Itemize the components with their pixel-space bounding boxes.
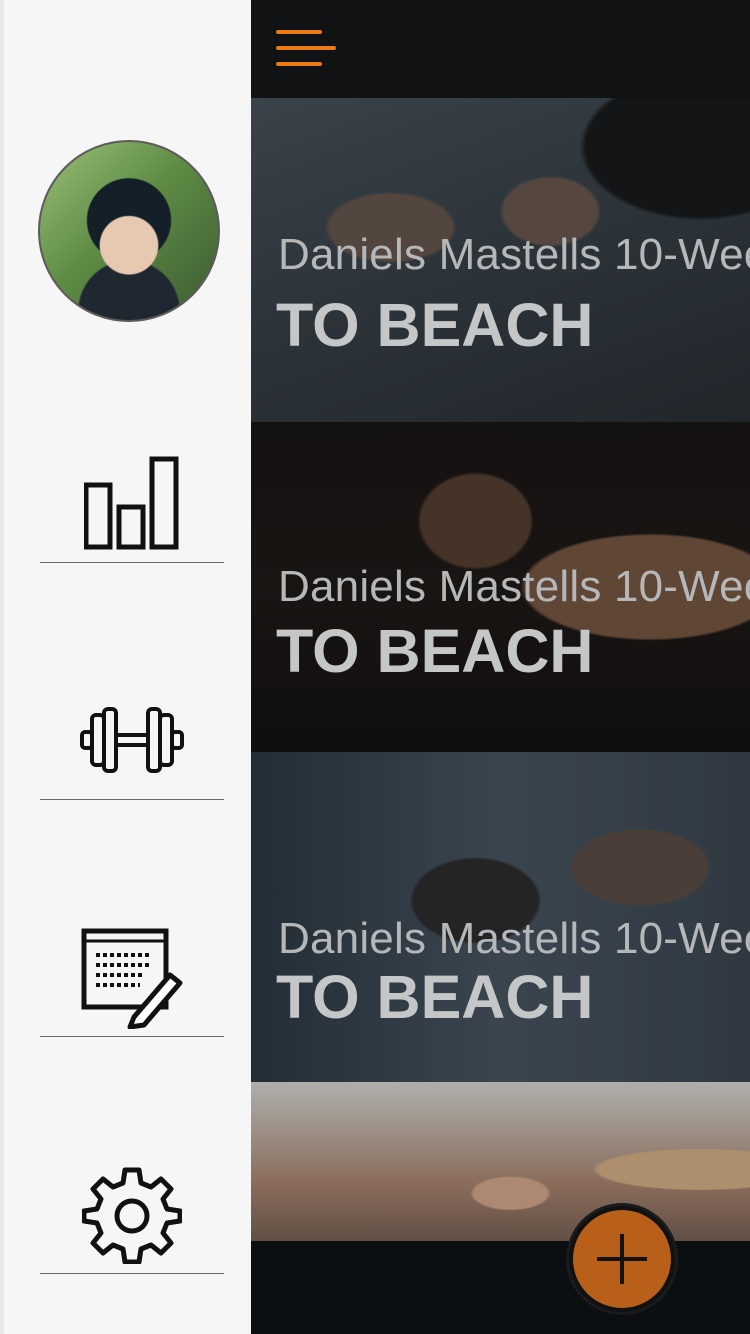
card-subtitle: Daniels Mastells 10-Week xyxy=(278,562,750,611)
program-card[interactable]: Daniels Mastells 10-Week TO BEACH xyxy=(251,422,750,754)
hamburger-menu-icon[interactable] xyxy=(276,30,336,70)
plus-icon xyxy=(573,1210,671,1308)
card-subtitle: Daniels Mastells 10-Week xyxy=(278,230,750,279)
sidebar-item-workouts[interactable] xyxy=(40,681,224,800)
program-card[interactable]: Daniels Mastells 10-Week TO BEACH xyxy=(251,98,750,424)
avatar[interactable] xyxy=(38,140,220,322)
sidebar-item-notes[interactable] xyxy=(40,918,224,1037)
program-card[interactable]: Daniels Mastells 10-Week TO BEACH xyxy=(251,752,750,1084)
card-title: TO BEACH xyxy=(276,617,594,685)
sidebar-item-stats[interactable] xyxy=(40,444,224,563)
document-edit-icon xyxy=(81,928,183,1029)
card-subtitle: Daniels Mastells 10-Week xyxy=(278,914,750,963)
program-card[interactable] xyxy=(251,1082,750,1243)
add-button[interactable] xyxy=(566,1203,678,1315)
card-title: TO BEACH xyxy=(276,963,594,1031)
sidebar-item-settings[interactable] xyxy=(40,1155,224,1274)
dumbbell-icon xyxy=(80,707,184,773)
bar-chart-icon xyxy=(84,456,179,550)
top-bar xyxy=(251,0,750,98)
gear-icon xyxy=(82,1167,182,1264)
card-title: TO BEACH xyxy=(276,291,594,359)
side-drawer xyxy=(0,0,251,1334)
